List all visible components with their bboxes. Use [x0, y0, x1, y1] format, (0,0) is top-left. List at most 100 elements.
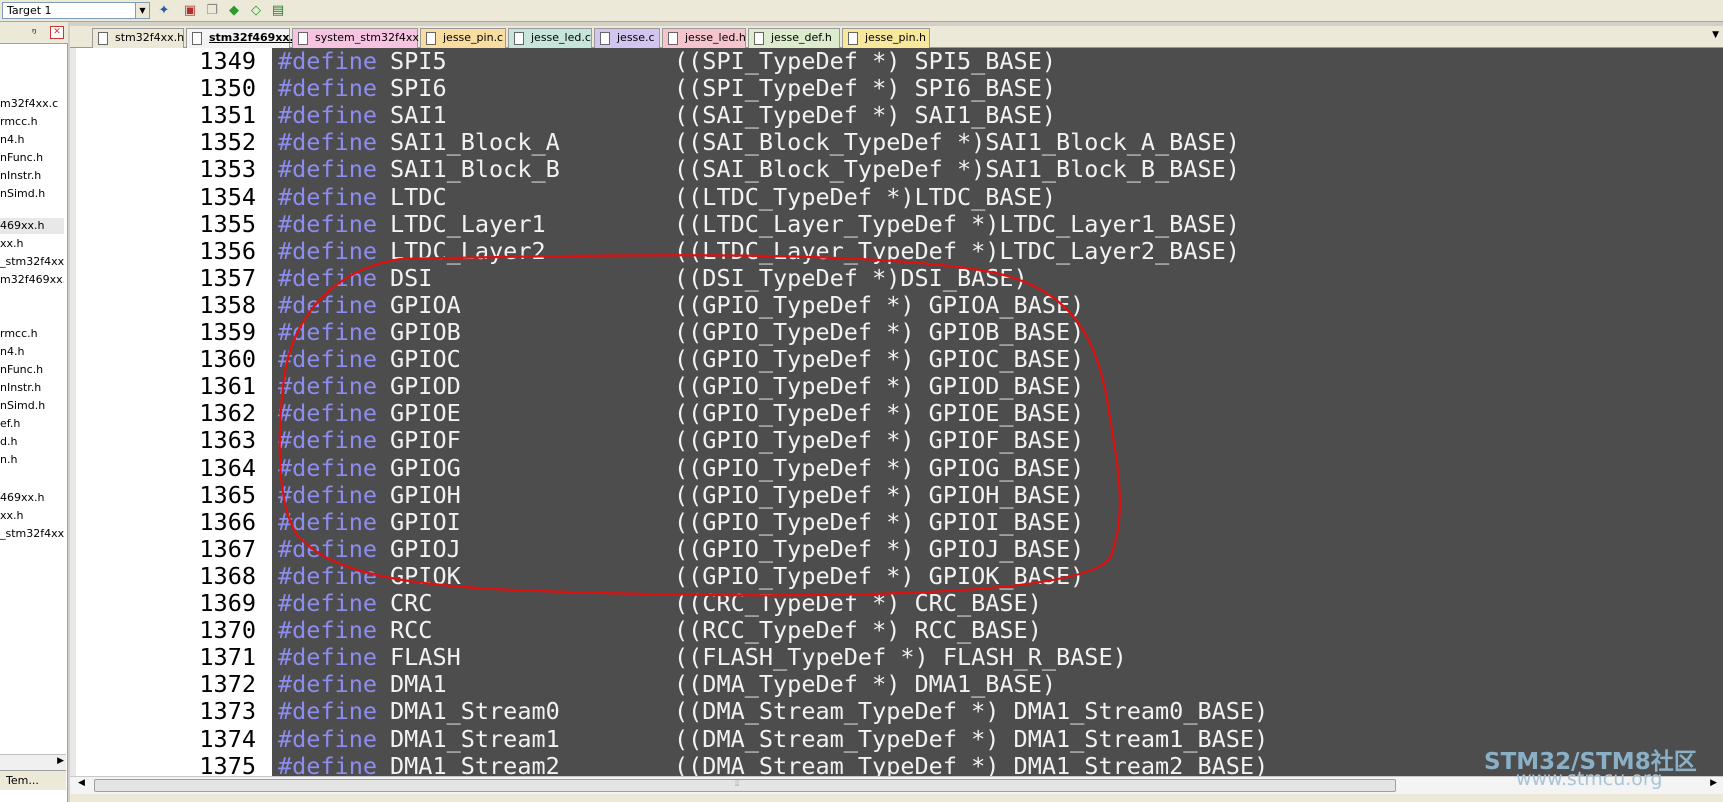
macro-name: GPIOG	[390, 453, 461, 482]
project-tree-item[interactable]: _stm32f4xx.h	[0, 254, 64, 270]
macro-value: ((GPIO_TypeDef *) GPIOA_BASE)	[674, 290, 1085, 319]
tab-file[interactable]: jesse_pin.h	[842, 28, 930, 48]
scrollbar-thumb[interactable]: ⦙⦙	[94, 779, 1396, 792]
pin-icon[interactable]: ᵑ	[32, 26, 37, 39]
file-extensions-icon[interactable]: ▣	[180, 2, 200, 20]
macro-name: GPIOD	[390, 372, 461, 401]
project-panel: ᵑ ✕ m32f4xx.c rmcc.h n4.h nFunc.h nInstr.h nS…	[0, 22, 68, 802]
macro-value: ((GPIO_TypeDef *) GPIOI_BASE)	[674, 507, 1085, 536]
templates-tab[interactable]: Tem...	[6, 774, 39, 787]
macro-value: ((GPIO_TypeDef *) GPIOD_BASE)	[674, 372, 1085, 401]
project-tree-item[interactable]: n.h	[0, 452, 64, 468]
define-keyword: #define	[278, 236, 378, 265]
target-select[interactable]: Target 1 ▼	[2, 2, 150, 19]
macro-name: LTDC_Layer1	[390, 209, 546, 238]
horizontal-scrollbar[interactable]: ◀ ⦙⦙ ▶	[70, 776, 1723, 794]
code-line: 1368 #define GPIOK ((GPIO_TypeDef *) GPIOK_…	[70, 561, 1723, 590]
define-keyword: #define	[278, 101, 378, 130]
tab-file[interactable]: system_stm32f4xx.c	[292, 28, 428, 48]
macro-name: DMA1	[390, 670, 447, 699]
project-tree-item[interactable]: _stm32f4xx.h	[0, 526, 64, 542]
line-number: 1375	[199, 751, 256, 778]
project-tree-item[interactable]: nSimd.h	[0, 398, 64, 414]
project-tree-item[interactable]: nFunc.h	[0, 362, 64, 378]
code-line: 1374 #define DMA1_Stream1 ((DMA_Stream_Type…	[70, 724, 1723, 753]
macro-value: ((FLASH_TypeDef *) FLASH_R_BASE)	[674, 643, 1127, 672]
project-tree-item[interactable]: rmcc.h	[0, 114, 64, 130]
project-tree-item[interactable]: nInstr.h	[0, 380, 64, 396]
toolbar: Target 1 ▼ ✦ ▣ ❐ ◆ ◇ ▤	[0, 0, 1723, 22]
project-tree-item[interactable]: 469xx.h	[0, 218, 64, 234]
project-tree-item[interactable]: 469xx.h	[0, 490, 64, 506]
macro-name: GPIOC	[390, 345, 461, 374]
define-keyword: #define	[278, 74, 378, 103]
code-editor[interactable]: 1349 #define SPI5 ((SPI_TypeDef *) SPI5_BAS…	[70, 48, 1723, 778]
project-tree-item[interactable]: rmcc.h	[0, 326, 64, 342]
pack-installer-icon[interactable]: ▤	[268, 2, 288, 20]
file-icon	[600, 32, 610, 45]
project-scrollbar[interactable]: ▶	[0, 754, 66, 770]
define-keyword: #define	[278, 616, 378, 645]
project-tree-item[interactable]: nSimd.h	[0, 186, 64, 202]
define-keyword: #define	[278, 724, 378, 753]
project-tree-item[interactable]: m32f4xx.c	[0, 96, 64, 112]
macro-name: DSI	[390, 263, 433, 292]
macro-value: ((DMA_Stream_TypeDef *) DMA1_Stream0_BAS…	[674, 697, 1269, 726]
project-tree-item[interactable]: xx.h	[0, 236, 64, 252]
manage-icon[interactable]: ◇	[246, 2, 266, 20]
tab-overflow-icon[interactable]: ▼	[1712, 30, 1719, 40]
magic-wand-icon[interactable]: ✦	[154, 2, 174, 20]
tab-label: jesse.c	[617, 31, 655, 44]
macro-value: ((SAI_Block_TypeDef *)SAI1_Block_A_BASE)	[674, 128, 1240, 157]
file-icon	[426, 32, 436, 45]
scroll-right-icon[interactable]: ▶	[1710, 778, 1717, 788]
scroll-left-icon[interactable]: ◀	[78, 778, 85, 788]
copy-icon[interactable]: ❐	[202, 2, 222, 20]
define-keyword: #define	[278, 318, 378, 346]
project-tree-item[interactable]: d.h	[0, 434, 64, 450]
scroll-right-icon[interactable]: ▶	[57, 756, 64, 766]
line-number: 1371	[199, 643, 256, 672]
tab-label: jesse_pin.h	[865, 31, 927, 44]
code-line: 1361 #define GPIOD ((GPIO_TypeDef *) GPIOD_…	[70, 373, 1723, 400]
define-keyword: #define	[278, 290, 378, 319]
macro-name: SAI1_Block_B	[390, 155, 560, 184]
file-icon	[98, 32, 108, 45]
project-tree-item[interactable]: nInstr.h	[0, 168, 64, 184]
macro-value: ((DMA_Stream_TypeDef *) DMA1_Stream1_BAS…	[674, 724, 1269, 753]
tab-file[interactable]: jesse_led.c	[508, 28, 592, 48]
define-keyword: #define	[278, 48, 378, 75]
tab-file[interactable]: jesse_def.h	[748, 28, 840, 48]
grip-icon: ⦙⦙	[735, 779, 740, 789]
tab-file[interactable]: jesse_pin.c	[420, 28, 506, 48]
define-keyword: #define	[278, 480, 378, 509]
code-line: 1351 #define SAI1 ((SAI_TypeDef *) SAI1_BAS…	[70, 102, 1723, 129]
project-tree-item[interactable]: m32f469xx.s	[0, 272, 64, 288]
macro-value: ((DSI_TypeDef *)DSI_BASE)	[674, 263, 1028, 292]
project-tree-item[interactable]: ef.h	[0, 416, 64, 432]
macro-value: ((GPIO_TypeDef *) GPIOF_BASE)	[674, 426, 1085, 455]
diamond-icon[interactable]: ◆	[224, 2, 244, 20]
project-tree-item[interactable]: xx.h	[0, 508, 64, 524]
project-tree-item[interactable]: n4.h	[0, 344, 64, 360]
file-icon	[514, 32, 524, 45]
define-keyword: #define	[278, 128, 378, 157]
tab-file[interactable]: stm32f4xx.h	[92, 28, 184, 48]
project-tree-item[interactable]: n4.h	[0, 132, 64, 148]
tab-file[interactable]: jesse_led.h	[662, 28, 746, 48]
tab-file[interactable]: stm32f469xx.h	[186, 28, 302, 48]
tab-label: system_stm32f4xx.c	[315, 31, 429, 44]
code-line: 1370 #define RCC ((RCC_TypeDef *) RCC_BASE)	[70, 617, 1723, 644]
close-icon[interactable]: ✕	[50, 26, 64, 39]
line-number: 1368	[199, 561, 256, 590]
code-line: 1367 #define GPIOJ ((GPIO_TypeDef *) GPIOJ_…	[70, 535, 1723, 563]
line-number: 1349	[199, 48, 256, 75]
line-number: 1361	[199, 372, 256, 401]
line-number: 1370	[199, 616, 256, 645]
watermark-url: www.stmcu.org	[1516, 768, 1663, 790]
chevron-down-icon[interactable]: ▼	[135, 3, 149, 18]
project-tree-item[interactable]: nFunc.h	[0, 150, 64, 166]
tab-file[interactable]: jesse.c	[594, 28, 660, 48]
line-number: 1354	[199, 182, 256, 211]
code-line: 1359 #define GPIOB ((GPIO_TypeDef *) GPIOB_…	[70, 319, 1723, 346]
